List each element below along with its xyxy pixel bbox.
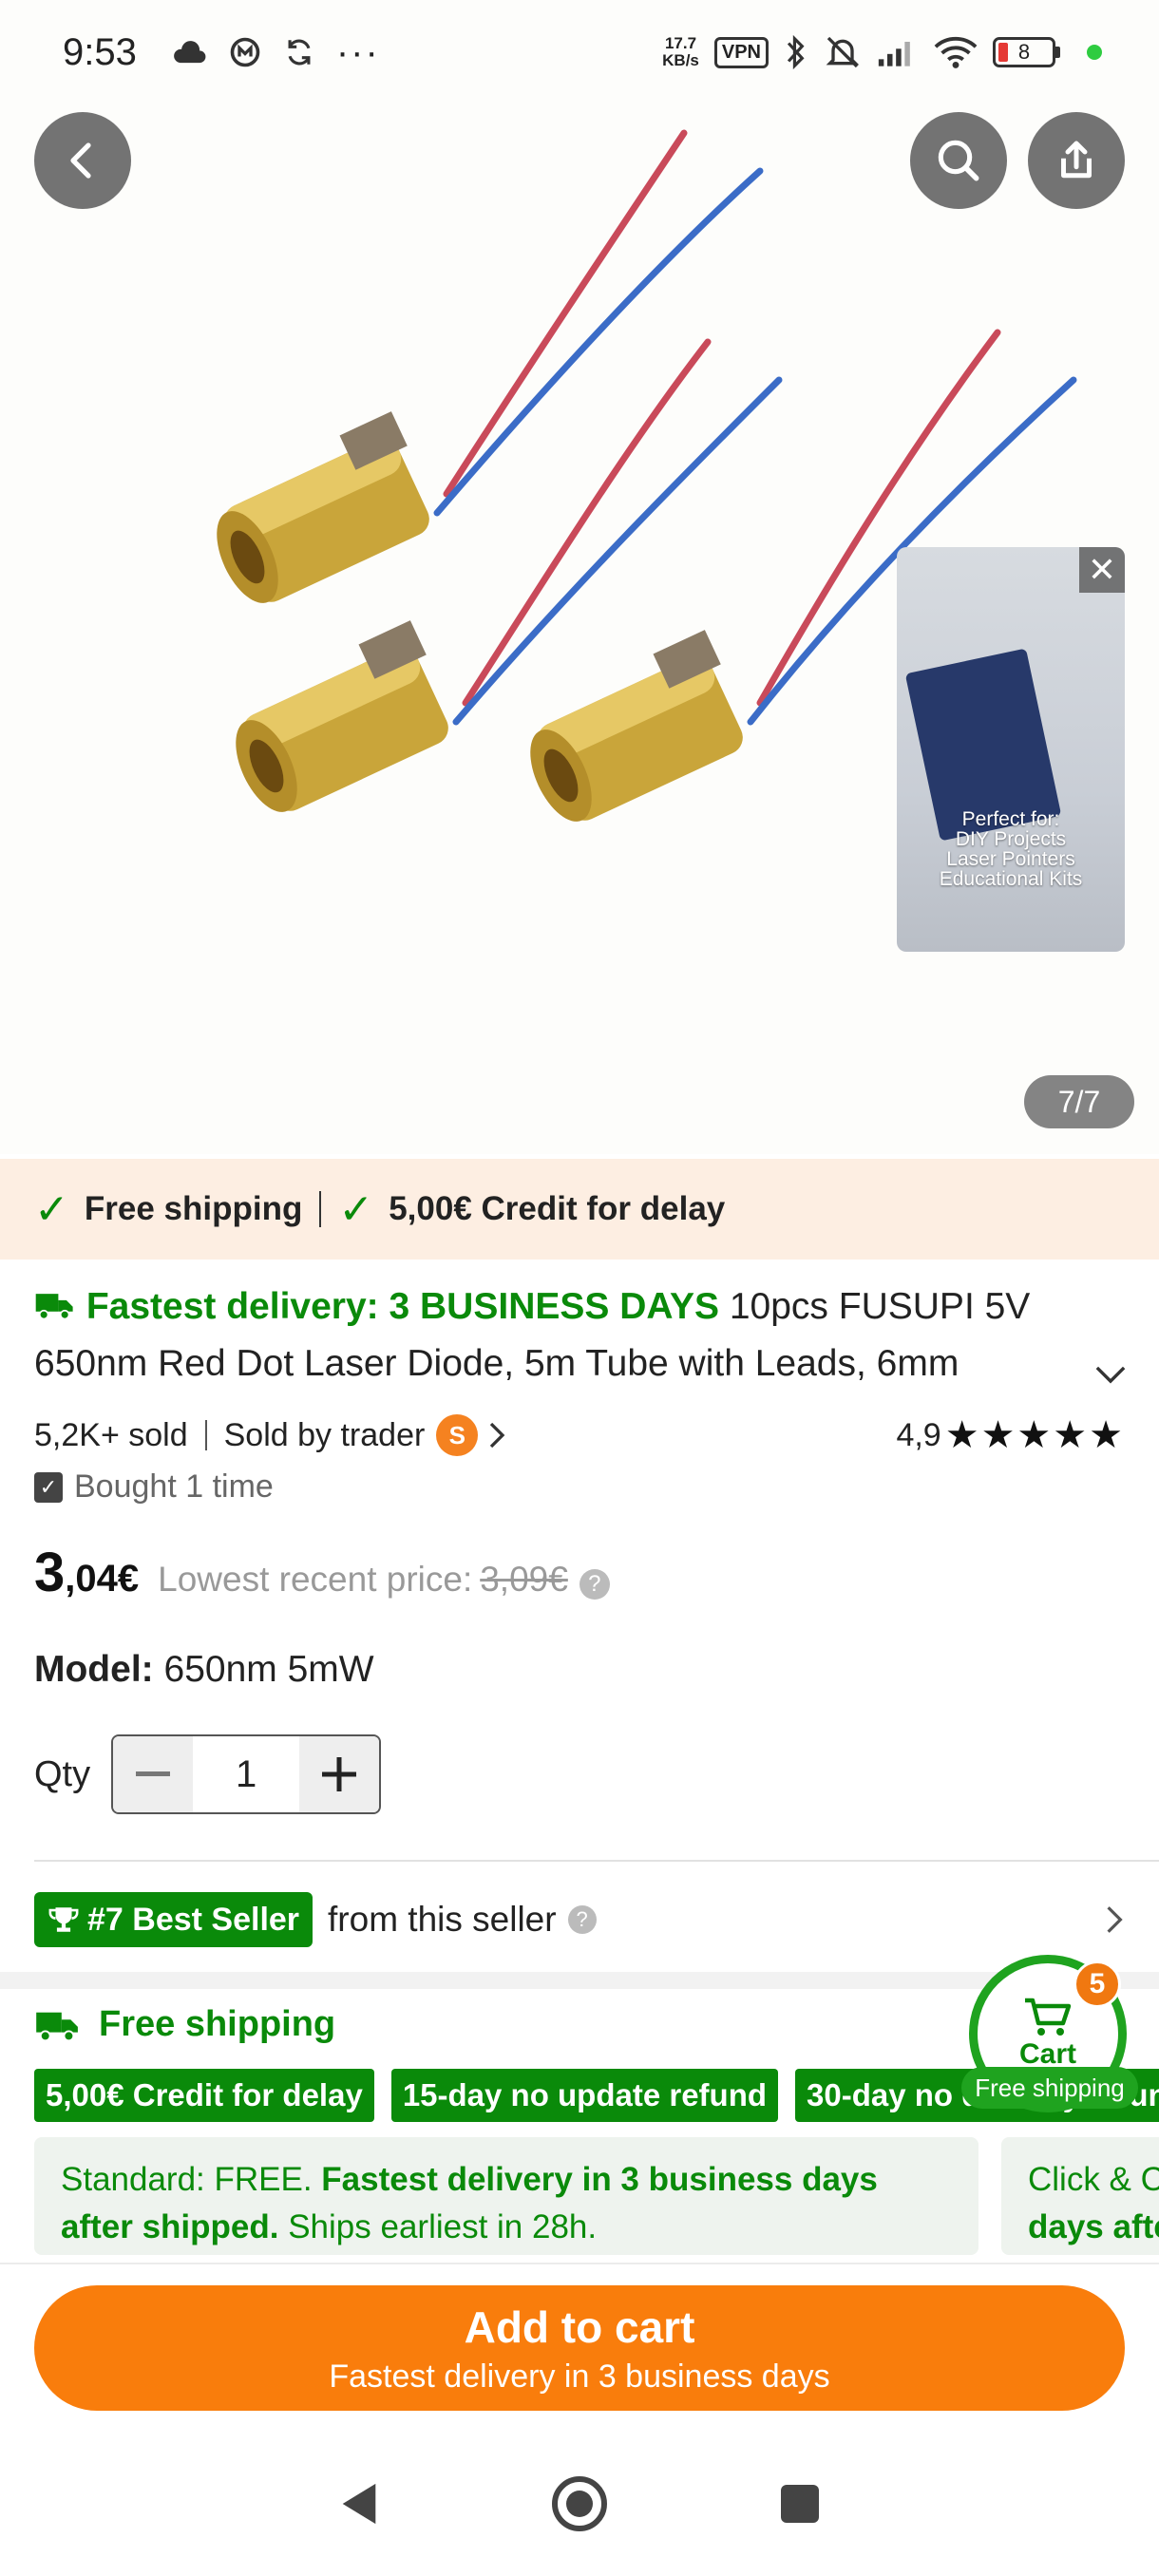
- increase-button[interactable]: [299, 1736, 380, 1812]
- chevron-left-icon: [70, 142, 91, 179]
- cart-count-badge: 5: [1074, 1960, 1121, 2008]
- plus-icon: [322, 1757, 357, 1791]
- battery-level: 8: [1017, 40, 1031, 64]
- chevron-right-icon: [1107, 1906, 1123, 1933]
- delivery-truck-icon: [35, 1294, 73, 1320]
- shipping-option-standard[interactable]: Standard: FREE. Fastest delivery in 3 bu…: [34, 2137, 978, 2255]
- help-icon[interactable]: ?: [567, 1905, 597, 1934]
- price-integer: 3: [34, 1542, 66, 1603]
- chevron-down-icon[interactable]: [1094, 1345, 1127, 1402]
- divider: [319, 1191, 322, 1227]
- bestseller-row[interactable]: #7 Best Seller from this seller ?: [34, 1890, 1125, 1949]
- mute-bell-icon: [826, 36, 860, 68]
- share-icon: [1061, 141, 1092, 179]
- cart-icon: [1025, 1998, 1072, 2036]
- divider: [204, 1420, 207, 1450]
- sync-icon: [288, 39, 311, 66]
- quantity-stepper[interactable]: 1: [111, 1734, 382, 1814]
- add-to-cart-label: Add to cart: [464, 2301, 695, 2352]
- fastest-delivery-label: Fastest delivery: 3 BUSINESS DAYS: [86, 1286, 720, 1327]
- check-icon: ✓: [338, 1185, 374, 1233]
- cart-free-shipping-pill: Free shipping: [961, 2067, 1138, 2109]
- model-value: 650nm 5mW: [163, 1649, 374, 1690]
- nav-home-button[interactable]: [551, 2475, 608, 2532]
- network-speed: 17.7 KB/s: [662, 34, 699, 69]
- seller-link[interactable]: Sold by trader S: [224, 1414, 509, 1456]
- photo-counter: 7/7: [1024, 1075, 1134, 1128]
- vpn-icon: VPN: [713, 36, 769, 68]
- price-decimal: ,04€: [65, 1558, 140, 1600]
- product-image-gallery[interactable]: ✕ Perfect for: DIY Projects Laser Pointe…: [0, 0, 1159, 1154]
- benefit-free-shipping: Free shipping: [84, 1190, 303, 1227]
- tag-no-update-refund: 15-day no update refund: [390, 2069, 779, 2122]
- model-row[interactable]: Model: 650nm 5mW: [34, 1649, 374, 1691]
- model-label: Model:: [34, 1649, 154, 1690]
- home-circle-icon: [552, 2476, 607, 2531]
- add-to-cart-subtitle: Fastest delivery in 3 business days: [329, 2358, 830, 2395]
- share-button[interactable]: [1028, 112, 1125, 209]
- rating[interactable]: 4,9 ★★★★★: [896, 1413, 1125, 1457]
- trophy-icon: [48, 1907, 79, 1932]
- bluetooth-icon: [787, 34, 805, 70]
- square-recents-icon: [781, 2485, 819, 2523]
- search-icon: [938, 140, 979, 181]
- close-icon[interactable]: ✕: [1079, 547, 1125, 593]
- thumbnail-caption: Perfect for: DIY Projects Laser Pointers…: [939, 808, 1083, 890]
- nav-back-button[interactable]: [338, 2480, 380, 2528]
- status-time: 9:53: [63, 30, 137, 73]
- minus-icon: [136, 1771, 171, 1776]
- rating-value: 4,9: [896, 1416, 941, 1453]
- check-icon: ✓: [34, 1185, 69, 1233]
- benefit-credit-delay: 5,00€ Credit for delay: [389, 1190, 726, 1227]
- add-to-cart-button[interactable]: Add to cart Fastest delivery in 3 busine…: [34, 2285, 1125, 2411]
- sales-seller-row: 5,2K+ sold Sold by trader S 4,9 ★★★★★: [34, 1413, 1125, 1457]
- app-notification-icon: [230, 37, 260, 67]
- bestseller-badge: #7 Best Seller: [34, 1892, 314, 1947]
- bottom-action-bar: Add to cart Fastest delivery in 3 busine…: [0, 2263, 1159, 2424]
- more-notifications-icon: ···: [335, 30, 380, 73]
- sold-count: 5,2K+ sold: [34, 1416, 188, 1453]
- help-icon[interactable]: ?: [579, 1569, 610, 1600]
- lowest-price-label: Lowest recent price:: [158, 1560, 473, 1599]
- privacy-indicator-dot: [1087, 45, 1102, 60]
- bought-row: ✓ Bought 1 time: [34, 1468, 274, 1506]
- battery-icon: 8: [993, 37, 1060, 67]
- triangle-back-icon: [342, 2483, 376, 2525]
- sold-by-label: Sold by trader: [223, 1416, 426, 1453]
- star-icons: ★★★★★: [944, 1414, 1125, 1456]
- video-thumbnail[interactable]: ✕ Perfect for: DIY Projects Laser Pointe…: [897, 547, 1125, 952]
- divider: [34, 1860, 1159, 1862]
- wifi-icon: [934, 37, 978, 68]
- tag-credit-delay: 5,00€ Credit for delay: [34, 2069, 374, 2122]
- bought-text: Bought 1 time: [74, 1468, 274, 1505]
- price-row: 3 ,04€ Lowest recent price: 3,09€ ?: [34, 1541, 610, 1604]
- cloud-icon: [173, 41, 206, 64]
- qty-label: Qty: [34, 1753, 91, 1794]
- signal-icon: [878, 42, 910, 66]
- bestseller-text: from this seller: [328, 1900, 557, 1939]
- search-button[interactable]: [910, 112, 1007, 209]
- free-shipping-label: Free shipping: [99, 2004, 336, 2044]
- benefit-bar: ✓ Free shipping ✓ 5,00€ Credit for delay: [0, 1159, 1159, 1260]
- system-navigation-bar: [0, 2432, 1159, 2576]
- quantity-row: Qty 1: [34, 1734, 382, 1814]
- lowest-price-value: 3,09€: [480, 1560, 568, 1599]
- decrease-button[interactable]: [113, 1736, 194, 1812]
- quantity-value[interactable]: 1: [193, 1736, 300, 1812]
- seller-logo-icon: S: [436, 1414, 479, 1456]
- shipping-option-click-collect[interactable]: Click & Collect days after: [1001, 2137, 1159, 2255]
- cart-label: Cart: [1018, 2038, 1076, 2070]
- chevron-right-icon: [490, 1422, 505, 1449]
- shipping-heading: Free shipping: [34, 2004, 335, 2045]
- delivery-truck-icon: [36, 2012, 78, 2041]
- shopping-bag-icon: ✓: [34, 1471, 63, 1503]
- back-button[interactable]: [34, 112, 131, 209]
- nav-recents-button[interactable]: [779, 2483, 821, 2525]
- product-title[interactable]: Fastest delivery: 3 BUSINESS DAYS 10pcs …: [34, 1279, 1127, 1392]
- status-bar: 9:53 ··· 17.7 KB/s VPN 8: [0, 0, 1159, 104]
